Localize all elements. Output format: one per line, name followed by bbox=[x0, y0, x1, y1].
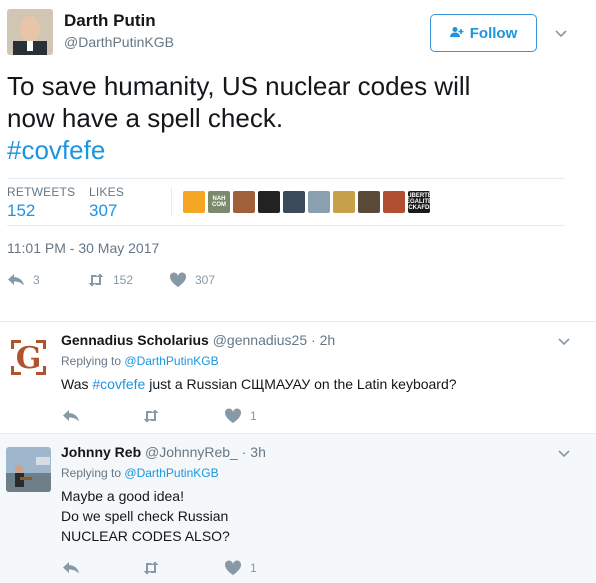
chevron-down-icon[interactable] bbox=[558, 446, 570, 458]
reply-actions: 1 bbox=[62, 560, 362, 578]
tweet-text-line: now have a spell check. bbox=[7, 103, 284, 133]
reply-avatar[interactable]: G bbox=[6, 335, 51, 380]
replying-to: Replying to @DarthPutinKGB bbox=[61, 466, 219, 480]
reply-text-part: Was bbox=[61, 376, 93, 392]
replying-to-link[interactable]: @DarthPutinKGB bbox=[124, 354, 218, 368]
liker-avatar-label: LIBERTÉ ÉGALITÉ FCKAFDE bbox=[408, 193, 430, 211]
retweet-icon bbox=[143, 409, 159, 423]
like-button[interactable]: 307 bbox=[169, 272, 215, 288]
liker-avatar[interactable] bbox=[233, 191, 255, 213]
chevron-down-icon[interactable] bbox=[555, 26, 567, 38]
retweet-icon bbox=[143, 561, 159, 575]
liker-avatar[interactable] bbox=[383, 191, 405, 213]
reply-button[interactable] bbox=[62, 408, 80, 424]
reply-count: 3 bbox=[33, 273, 40, 287]
retweet-icon bbox=[88, 273, 104, 287]
author-name[interactable]: Darth Putin bbox=[64, 11, 156, 31]
liker-avatars: NAH COM LIBERTÉ ÉGALITÉ FCKAFDE bbox=[183, 191, 430, 213]
author-avatar[interactable] bbox=[7, 9, 53, 55]
like-button[interactable]: 1 bbox=[224, 560, 257, 576]
liker-avatar[interactable] bbox=[183, 191, 205, 213]
liker-avatar[interactable] bbox=[258, 191, 280, 213]
reply-author-name[interactable]: Gennadius Scholarius bbox=[61, 332, 209, 348]
likes-count: 307 bbox=[89, 201, 118, 220]
reply-author: Johnny Reb @JohnnyReb_ · 3h bbox=[61, 444, 266, 460]
reply-time[interactable]: · 2h bbox=[311, 332, 335, 348]
retweet-button[interactable] bbox=[142, 408, 160, 424]
reply-text-line: Maybe a good idea! bbox=[61, 488, 184, 504]
liker-avatar[interactable]: LIBERTÉ ÉGALITÉ FCKAFDE bbox=[408, 191, 430, 213]
reply-time[interactable]: · 3h bbox=[242, 444, 266, 460]
retweets-stat[interactable]: RETWEETS 152 bbox=[7, 185, 75, 221]
liker-avatar[interactable] bbox=[283, 191, 305, 213]
retweets-count: 152 bbox=[7, 201, 36, 220]
liker-avatar[interactable] bbox=[333, 191, 355, 213]
author-handle[interactable]: @DarthPutinKGB bbox=[64, 34, 174, 50]
divider bbox=[171, 187, 172, 217]
replying-to-link[interactable]: @DarthPutinKGB bbox=[124, 466, 218, 480]
reply-tweet[interactable]: G Gennadius Scholarius @gennadius25 · 2h… bbox=[0, 321, 596, 433]
reply-text: Maybe a good idea! Do we spell check Rus… bbox=[61, 486, 561, 546]
reply-tweet[interactable]: Johnny Reb @JohnnyReb_ · 3h Replying to … bbox=[0, 433, 596, 583]
reply-author-handle[interactable]: @JohnnyReb_ bbox=[145, 444, 238, 460]
reply-actions: 1 bbox=[62, 408, 362, 426]
reply-icon bbox=[63, 410, 79, 422]
like-button[interactable]: 1 bbox=[224, 408, 257, 424]
reply-icon bbox=[63, 562, 79, 574]
reply-button[interactable]: 3 bbox=[7, 272, 40, 288]
likes-label: LIKES bbox=[89, 185, 125, 199]
like-count: 307 bbox=[195, 273, 216, 287]
retweets-label: RETWEETS bbox=[7, 185, 76, 199]
heart-icon bbox=[169, 272, 187, 287]
retweet-button[interactable]: 152 bbox=[87, 272, 133, 288]
heart-icon bbox=[224, 560, 242, 575]
main-tweet: Darth Putin @DarthPutinKGB Follow To sav… bbox=[0, 0, 596, 320]
liker-avatar[interactable] bbox=[308, 191, 330, 213]
liker-avatar-label: NAH COM bbox=[212, 196, 226, 208]
tweet-stats: RETWEETS 152 LIKES 307 NAH COM LIBERTÉ ÉG… bbox=[7, 178, 565, 226]
follow-label: Follow bbox=[469, 24, 518, 42]
reply-text-part: just a Russian СЩМАУАУ on the Latin keyb… bbox=[145, 376, 457, 392]
reply-text: Was #covfefe just a Russian СЩМАУАУ on t… bbox=[61, 374, 561, 394]
hashtag-link[interactable]: #covfefe bbox=[7, 134, 567, 166]
heart-icon bbox=[224, 408, 242, 423]
liker-avatar[interactable]: NAH COM bbox=[208, 191, 230, 213]
reply-text-line: NUCLEAR CODES ALSO? bbox=[61, 528, 230, 544]
add-user-icon bbox=[449, 26, 464, 41]
reply-author-handle[interactable]: @gennadius25 bbox=[213, 332, 307, 348]
reply-text-line: Do we spell check Russian bbox=[61, 508, 229, 524]
reply-button[interactable] bbox=[62, 560, 80, 576]
retweet-count: 152 bbox=[113, 273, 134, 287]
tweet-actions: 3 152 307 bbox=[7, 272, 307, 292]
replying-prefix: Replying to bbox=[61, 466, 122, 480]
tweet-timestamp[interactable]: 11:01 PM - 30 May 2017 bbox=[7, 240, 159, 256]
like-count: 1 bbox=[250, 409, 257, 423]
chevron-down-icon[interactable] bbox=[558, 334, 570, 346]
replying-prefix: Replying to bbox=[61, 354, 122, 368]
reply-author-name[interactable]: Johnny Reb bbox=[61, 444, 141, 460]
tweet-text: To save humanity, US nuclear codes will … bbox=[7, 70, 567, 166]
reply-avatar[interactable] bbox=[6, 447, 51, 492]
retweet-button[interactable] bbox=[142, 560, 160, 576]
reply-author: Gennadius Scholarius @gennadius25 · 2h bbox=[61, 332, 335, 348]
tweet-text-line: To save humanity, US nuclear codes will bbox=[7, 71, 471, 101]
likes-stat[interactable]: LIKES 307 bbox=[89, 185, 124, 221]
hashtag-link[interactable]: #covfefe bbox=[92, 376, 145, 392]
reply-icon bbox=[8, 274, 24, 286]
follow-button[interactable]: Follow bbox=[430, 14, 537, 52]
like-count: 1 bbox=[250, 561, 257, 575]
svg-text:G: G bbox=[16, 341, 42, 376]
replying-to: Replying to @DarthPutinKGB bbox=[61, 354, 219, 368]
liker-avatar[interactable] bbox=[358, 191, 380, 213]
